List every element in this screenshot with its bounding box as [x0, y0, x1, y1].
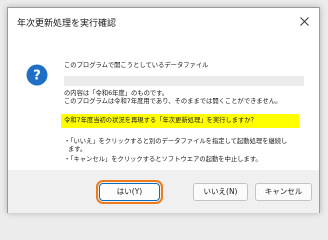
info-icon: ? [26, 64, 48, 86]
bullet-cancel: ・「キャンセル」をクリックするとソフトウエアの起動を中止します。 [64, 156, 262, 163]
redacted-file-path [64, 76, 304, 86]
dialog-title: 年次更新処理を実行確認 [17, 19, 117, 29]
bullet-no-1-cont: ます。 [68, 146, 87, 153]
message-line-1: このプログラムで開こうとしているデータファイル [64, 62, 209, 69]
message-line-3: このプログラムは令和7年度用であり、そのままでは開くことができません。 [64, 98, 282, 105]
highlighted-question: 令和7年度当初の状況を再現する「年次更新処理」を実行しますか？ [61, 114, 299, 128]
svg-text:?: ? [33, 69, 41, 84]
yes-button[interactable]: はい(Y) [96, 180, 163, 204]
close-icon [299, 17, 309, 26]
bullet-no-1: ・「いいえ」をクリックすると別のデータファイルを指定して起動処理を継続し [64, 138, 288, 145]
dialog-content: ? このプログラムで開こうとしているデータファイル の内容は「令和6年度」のもの… [8, 38, 319, 170]
confirm-dialog: 年次更新処理を実行確認 ? このプログラムで開こうとしているデータファイル の内… [7, 7, 320, 213]
title-bar: 年次更新処理を実行確認 [8, 8, 319, 38]
close-button[interactable] [295, 14, 313, 30]
question-text: 令和7年度当初の状況を再現する「年次更新処理」を実行しますか？ [64, 117, 257, 124]
no-button[interactable]: いいえ(N) [193, 183, 248, 201]
cancel-button[interactable]: キャンセル [255, 183, 312, 201]
message-line-2: の内容は「令和6年度」のものです。 [64, 90, 169, 97]
button-bar: はい(Y) いいえ(N) キャンセル [8, 170, 319, 213]
